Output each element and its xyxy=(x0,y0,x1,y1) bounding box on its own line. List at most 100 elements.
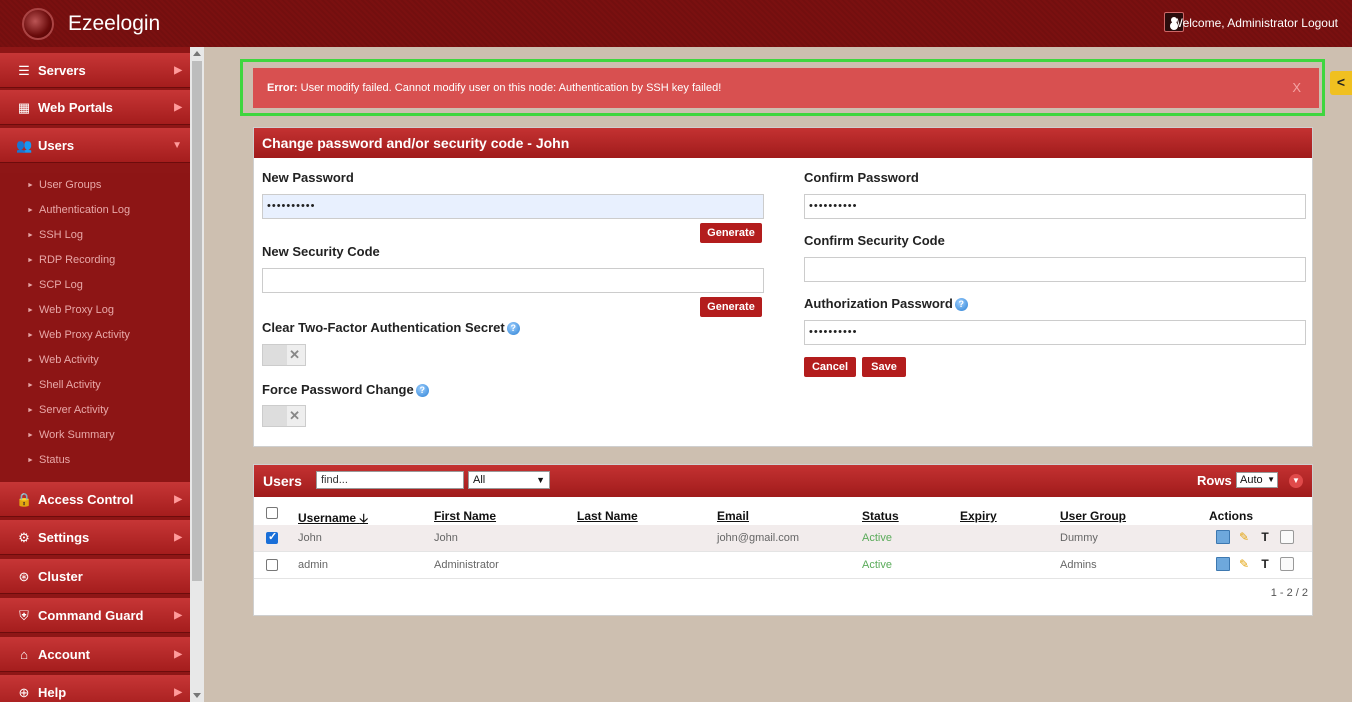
table-row[interactable]: admin Administrator Active Admins ✎ T xyxy=(254,552,1312,579)
confirm-security-code-field[interactable] xyxy=(804,257,1306,282)
edit-details-icon[interactable] xyxy=(1216,530,1230,544)
cancel-button[interactable]: Cancel xyxy=(804,357,856,377)
pencil-icon[interactable]: ✎ xyxy=(1237,557,1251,571)
row-checkbox[interactable] xyxy=(266,559,278,571)
toggle-knob xyxy=(263,345,287,365)
submenu-user-groups[interactable]: User Groups xyxy=(0,173,190,198)
submenu-status[interactable]: Status xyxy=(0,448,190,473)
status-filter-select[interactable]: All ▼ xyxy=(468,471,550,489)
alert-close-button[interactable]: X xyxy=(1292,80,1301,95)
clear-2fa-toggle[interactable]: ✕ xyxy=(262,344,306,366)
error-alert: Error: User modify failed. Cannot modify… xyxy=(253,68,1319,108)
filter-value: All xyxy=(473,474,486,486)
trash-icon[interactable] xyxy=(1280,557,1294,571)
sidebar-item-web-portals[interactable]: ▦ Web Portals ▶ xyxy=(0,90,190,125)
scroll-thumb[interactable] xyxy=(192,61,202,581)
lock-icon: 🔒 xyxy=(16,492,33,507)
sidebar-item-help[interactable]: ⊕ Help ▶ xyxy=(0,675,190,702)
cell-user-group: Dummy xyxy=(1060,532,1098,544)
sidebar-item-account[interactable]: ⌂ Account ▶ xyxy=(0,637,190,672)
help-icon[interactable]: ? xyxy=(506,322,520,335)
sidebar-item-users[interactable]: 👥 Users ▼ xyxy=(0,128,190,163)
column-header-email[interactable]: Email xyxy=(717,509,749,523)
collapse-icon[interactable]: ▼ xyxy=(1289,474,1303,488)
column-header-user-group[interactable]: User Group xyxy=(1060,509,1126,523)
sidebar-item-servers[interactable]: ☰ Servers ▶ xyxy=(0,53,190,88)
clear-2fa-text: Clear Two-Factor Authentication Secret xyxy=(262,320,505,335)
change-password-panel: Change password and/or security code - J… xyxy=(253,127,1313,447)
sidebar-item-access-control[interactable]: 🔒 Access Control ▶ xyxy=(0,482,190,517)
grid-icon: ▦ xyxy=(17,100,31,115)
cell-first-name: John xyxy=(434,532,458,544)
top-bar: Ezeelogin Welcome, Administrator Logout xyxy=(0,0,1352,47)
chevron-right-icon: ▶ xyxy=(174,687,182,698)
generate-password-button[interactable]: Generate xyxy=(700,223,762,243)
chevron-right-icon: ▶ xyxy=(174,102,182,113)
new-password-label: New Password xyxy=(262,170,354,185)
generate-security-code-button[interactable]: Generate xyxy=(700,297,762,317)
key-icon[interactable]: T xyxy=(1258,557,1272,571)
submenu-scp-log[interactable]: SCP Log xyxy=(0,273,190,298)
confirm-password-field[interactable]: •••••••••• xyxy=(804,194,1306,219)
select-all-checkbox[interactable] xyxy=(266,507,278,519)
submenu-authentication-log[interactable]: Authentication Log xyxy=(0,198,190,223)
users-title: Users xyxy=(263,473,302,489)
sidebar-scrollbar[interactable] xyxy=(190,47,204,702)
help-icon[interactable]: ? xyxy=(954,298,968,311)
force-password-change-toggle[interactable]: ✕ xyxy=(262,405,306,427)
submenu-rdp-recording[interactable]: RDP Recording xyxy=(0,248,190,273)
save-button[interactable]: Save xyxy=(862,357,906,377)
table-row[interactable]: John John john@gmail.com Active Dummy ✎ … xyxy=(254,525,1312,552)
row-checkbox[interactable] xyxy=(266,530,278,544)
submenu-web-proxy-activity[interactable]: Web Proxy Activity xyxy=(0,323,190,348)
error-alert-highlight: Error: User modify failed. Cannot modify… xyxy=(240,59,1325,116)
trash-icon[interactable] xyxy=(1280,530,1294,544)
submenu-ssh-log[interactable]: SSH Log xyxy=(0,223,190,248)
chevron-right-icon: ▶ xyxy=(174,532,182,543)
cell-user-group: Admins xyxy=(1060,559,1097,571)
submenu-shell-activity[interactable]: Shell Activity xyxy=(0,373,190,398)
panel-title: Change password and/or security code - J… xyxy=(254,128,1312,158)
sidebar-item-settings[interactable]: ⚙ Settings ▶ xyxy=(0,520,190,555)
users-panel: Users find... All ▼ Rows Auto ▼ ▼ Userna… xyxy=(253,464,1313,616)
authorization-password-text: Authorization Password xyxy=(804,296,953,311)
chevron-right-icon: ▶ xyxy=(174,65,182,76)
gears-icon: ⚙ xyxy=(18,530,30,545)
new-password-field[interactable]: •••••••••• xyxy=(262,194,764,219)
edit-details-icon[interactable] xyxy=(1216,557,1230,571)
help-icon[interactable]: ? xyxy=(415,384,429,397)
sidebar-item-label: Help xyxy=(38,685,67,700)
chevron-down-icon: ▼ xyxy=(1267,475,1275,484)
cell-status: Active xyxy=(862,559,892,571)
key-icon[interactable]: T xyxy=(1258,530,1272,544)
pencil-icon[interactable]: ✎ xyxy=(1237,530,1251,544)
scroll-up-icon[interactable] xyxy=(193,51,201,56)
cell-email: john@gmail.com xyxy=(717,532,800,544)
column-header-first-name[interactable]: First Name xyxy=(434,509,496,523)
submenu-web-proxy-log[interactable]: Web Proxy Log xyxy=(0,298,190,323)
welcome-logout-link[interactable]: Welcome, Administrator Logout xyxy=(1171,16,1338,30)
column-header-last-name[interactable]: Last Name xyxy=(577,509,638,523)
sidebar-item-command-guard[interactable]: ⛨ Command Guard ▶ xyxy=(0,598,190,633)
toggle-knob xyxy=(263,406,287,426)
collapse-panel-icon[interactable]: < xyxy=(1330,71,1352,95)
column-label: Username xyxy=(298,511,357,525)
submenu-web-activity[interactable]: Web Activity xyxy=(0,348,190,373)
submenu-work-summary[interactable]: Work Summary xyxy=(0,423,190,448)
rows-select[interactable]: Auto ▼ xyxy=(1236,472,1278,488)
chevron-right-icon: ▶ xyxy=(174,649,182,660)
column-header-status[interactable]: Status xyxy=(862,509,899,523)
confirm-security-code-label: Confirm Security Code xyxy=(804,233,945,248)
scroll-down-icon[interactable] xyxy=(193,693,201,698)
new-security-code-label: New Security Code xyxy=(262,244,380,259)
chevron-down-icon: ▼ xyxy=(536,475,545,485)
new-security-code-field[interactable] xyxy=(262,268,764,293)
logo-icon xyxy=(22,8,54,40)
rows-value: Auto xyxy=(1240,474,1263,486)
search-input[interactable]: find... xyxy=(316,471,464,489)
authorization-password-field[interactable]: •••••••••• xyxy=(804,320,1306,345)
sidebar-item-cluster[interactable]: ⊛ Cluster xyxy=(0,559,190,594)
submenu-server-activity[interactable]: Server Activity xyxy=(0,398,190,423)
column-header-expiry[interactable]: Expiry xyxy=(960,509,997,523)
sidebar-item-label: Cluster xyxy=(38,569,83,584)
